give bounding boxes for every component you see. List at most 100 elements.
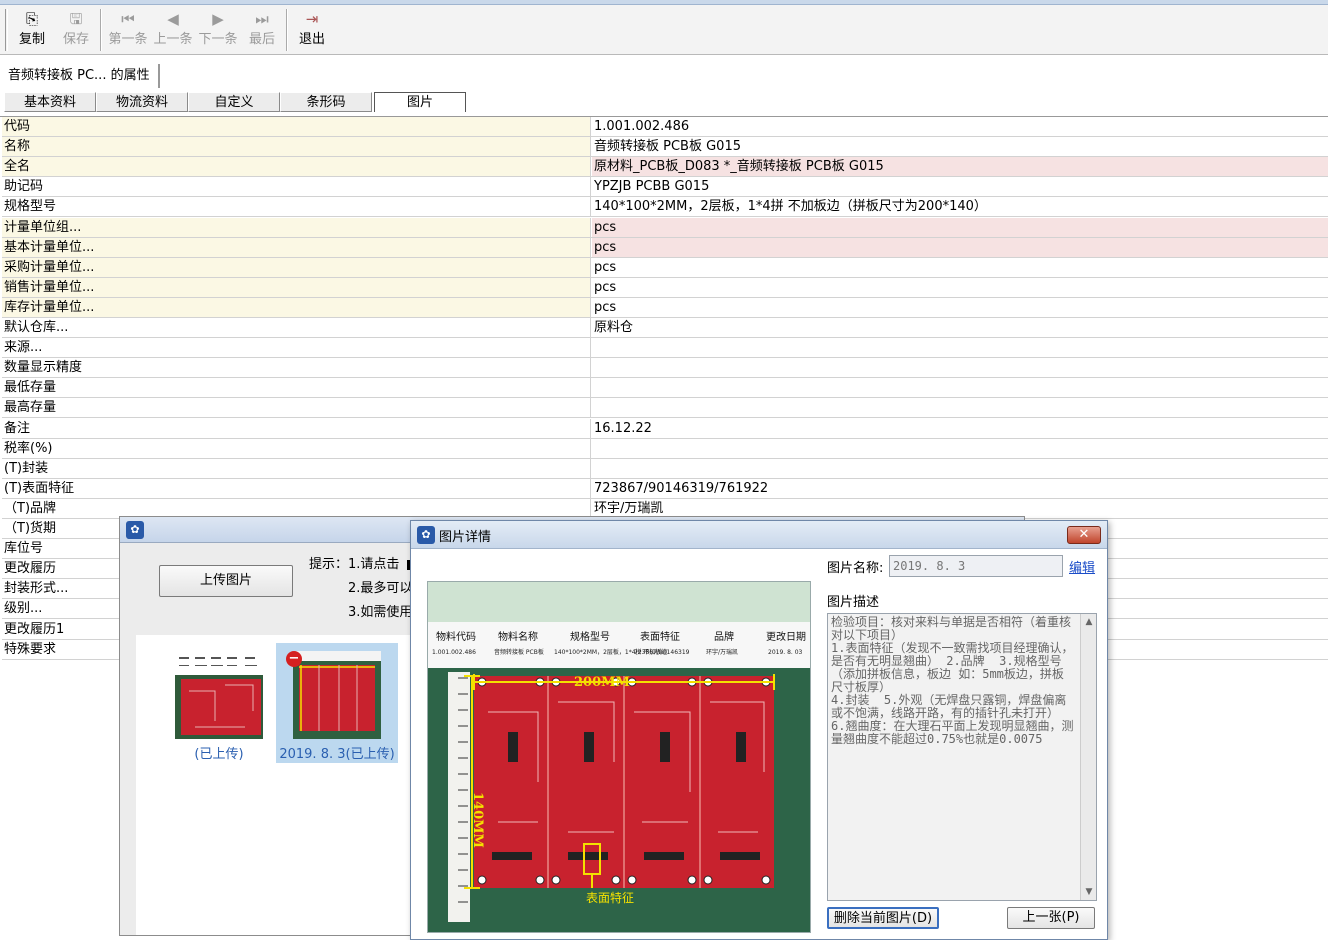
thumbnail-item-selected[interactable]: − 2019. 8. 3(已上传) — [276, 643, 398, 763]
photo-cell: 1.001.002.486 — [432, 649, 476, 656]
property-row[interactable]: 来源... — [2, 338, 1328, 359]
tab-basic-info[interactable]: 基本资料 — [4, 92, 96, 112]
property-value[interactable]: pcs — [592, 258, 1328, 277]
property-key: 名称 — [2, 137, 591, 157]
upload-image-button[interactable]: 上传图片 — [159, 565, 293, 597]
properties-tab[interactable]: 音频转接板 PC... 的属性 — [4, 64, 160, 88]
copy-icon: ⎘ — [25, 10, 38, 28]
property-row[interactable]: 备注 16.12.22 — [2, 418, 1328, 439]
dimension-height-label: 140MM — [470, 792, 485, 848]
property-value[interactable]: pcs — [592, 278, 1328, 297]
property-row[interactable]: 采购计量单位... pcs — [2, 257, 1328, 278]
first-record-button[interactable]: ⏮ 第一条 — [105, 7, 151, 53]
property-row[interactable]: 数量显示精度 — [2, 358, 1328, 379]
thumbnail-image — [175, 651, 263, 739]
property-value[interactable] — [592, 358, 1328, 377]
property-value[interactable]: 1.001.002.486 — [592, 117, 1328, 136]
last-record-button[interactable]: ⏭ 最后 — [240, 7, 284, 53]
edit-link[interactable]: 编辑 — [1069, 557, 1095, 576]
photo-header: 表面特征 — [640, 630, 680, 643]
property-key: 全名 — [2, 157, 591, 177]
tab-logistics[interactable]: 物流资料 — [96, 92, 188, 112]
first-icon: ⏮ — [121, 10, 135, 28]
toolbar-separator — [100, 9, 102, 51]
close-button[interactable]: ✕ — [1067, 526, 1101, 544]
property-key: 最高存量 — [2, 398, 591, 418]
previous-image-button[interactable]: 上一张(P) — [1007, 907, 1095, 929]
dialog-title: 图片详情 — [439, 530, 492, 545]
property-row[interactable]: 计量单位组... pcs — [2, 217, 1328, 238]
property-row[interactable]: 名称 音频转接板 PCB板 G015 — [2, 137, 1328, 158]
property-row[interactable]: 助记码 YPZJB PCBB G015 — [2, 177, 1328, 198]
property-value[interactable]: pcs — [592, 237, 1328, 257]
description-scrollbar[interactable]: ▲ ▼ — [1080, 614, 1096, 900]
scroll-down-icon[interactable]: ▼ — [1081, 884, 1096, 900]
property-key: 税率(%) — [2, 438, 591, 458]
property-row[interactable]: 最低存量 — [2, 378, 1328, 399]
property-key: (T)封装 — [2, 458, 591, 478]
property-key: 代码 — [2, 117, 591, 136]
property-row[interactable]: 代码 1.001.002.486 — [2, 117, 1328, 137]
property-key: 库存计量单位... — [2, 297, 591, 317]
property-row[interactable]: 最高存量 — [2, 398, 1328, 419]
photo-header: 品牌 — [714, 630, 734, 643]
tab-barcode[interactable]: 条形码 — [280, 92, 372, 112]
photo-header: 物料名称 — [498, 630, 538, 643]
copy-button[interactable]: ⎘ 复制 — [10, 7, 54, 53]
property-row[interactable]: (T)封装 — [2, 458, 1328, 479]
property-value[interactable]: pcs — [592, 298, 1328, 317]
property-row[interactable]: 税率(%) — [2, 438, 1328, 459]
thumbnail-image — [293, 651, 381, 739]
tab-image[interactable]: 图片 — [374, 92, 466, 112]
image-name-field[interactable]: 2019. 8. 3 — [889, 555, 1063, 577]
hint-line-2: 2.最多可以 — [348, 581, 413, 596]
exit-button[interactable]: ⇥ 退出 — [290, 7, 334, 53]
scroll-up-icon[interactable]: ▲ — [1081, 614, 1096, 630]
property-value[interactable]: 16.12.22 — [592, 419, 1328, 438]
property-value[interactable]: 723867/90146319/761922 — [592, 479, 1328, 498]
property-key: 销售计量单位... — [2, 277, 591, 297]
tab-custom[interactable]: 自定义 — [188, 92, 280, 112]
property-row[interactable]: 全名 原材料_PCB板_D083 *_音频转接板 PCB板 G015 — [2, 157, 1328, 178]
property-value[interactable] — [592, 338, 1328, 357]
property-value[interactable]: YPZJB PCBB G015 — [592, 177, 1328, 196]
property-key: 助记码 — [2, 177, 591, 197]
delete-thumbnail-icon[interactable]: − — [286, 651, 302, 667]
thumbnail-caption: 2019. 8. 3(已上传) — [279, 747, 395, 762]
property-row[interactable]: 基本计量单位... pcs — [2, 237, 1328, 258]
image-detail-dialog: ✿ 图片详情 ✕ 物料代码 物料名称 规格型号 表面特征 品牌 更改日期 1.0… — [410, 520, 1108, 940]
property-value[interactable]: 音频转接板 PCB板 G015 — [592, 137, 1328, 156]
prev-record-button[interactable]: ◀ 上一条 — [150, 7, 196, 53]
property-row[interactable]: 规格型号 140*100*2MM，2层板，1*4拼 不加板边（拼板尺寸为200*1… — [2, 197, 1328, 218]
dimension-width-label: 200MM — [574, 675, 630, 690]
property-row[interactable]: 默认仓库... 原料仓 — [2, 318, 1328, 338]
detail-dialog-titlebar[interactable]: ✿ 图片详情 ✕ — [411, 521, 1107, 549]
property-key: 基本计量单位... — [2, 237, 591, 257]
property-value[interactable] — [592, 398, 1328, 417]
property-value[interactable] — [592, 378, 1328, 397]
property-row[interactable]: (T)表面特征 723867/90146319/761922 — [2, 478, 1328, 499]
property-value[interactable]: 原料仓 — [592, 318, 1328, 337]
property-value[interactable] — [592, 459, 1328, 478]
next-record-button[interactable]: ▶ 下一条 — [195, 7, 241, 53]
image-description-text: 检验项目：核对来料与单据是否相符（着重核对以下项目） 1.表面特征（发现不一致需… — [831, 615, 1074, 746]
next-icon: ▶ — [212, 10, 224, 28]
property-key: 备注 — [2, 418, 591, 438]
toolbar-grip[interactable] — [5, 9, 8, 51]
property-key: 来源... — [2, 338, 591, 358]
property-value[interactable] — [592, 439, 1328, 458]
photo-header: 更改日期 — [766, 630, 806, 643]
thumbnail-item[interactable]: (已上传) — [158, 643, 280, 763]
property-key: 规格型号 — [2, 197, 591, 217]
property-key: 最低存量 — [2, 378, 591, 398]
save-button[interactable]: 🖫 保存 — [54, 7, 98, 53]
delete-current-image-button[interactable]: 删除当前图片(D) — [827, 907, 939, 929]
property-value[interactable]: 140*100*2MM，2层板，1*4拼 不加板边（拼板尺寸为200*140） — [592, 197, 1328, 216]
surface-feature-label: 表面特征 — [586, 890, 634, 905]
property-value[interactable]: pcs — [592, 217, 1328, 237]
exit-icon: ⇥ — [305, 10, 319, 28]
image-description-field[interactable]: 检验项目：核对来料与单据是否相符（着重核对以下项目） 1.表面特征（发现不一致需… — [827, 613, 1097, 901]
property-row[interactable]: 库存计量单位... pcs — [2, 297, 1328, 318]
property-value[interactable]: 原材料_PCB板_D083 *_音频转接板 PCB板 G015 — [592, 157, 1328, 177]
property-row[interactable]: 销售计量单位... pcs — [2, 277, 1328, 298]
